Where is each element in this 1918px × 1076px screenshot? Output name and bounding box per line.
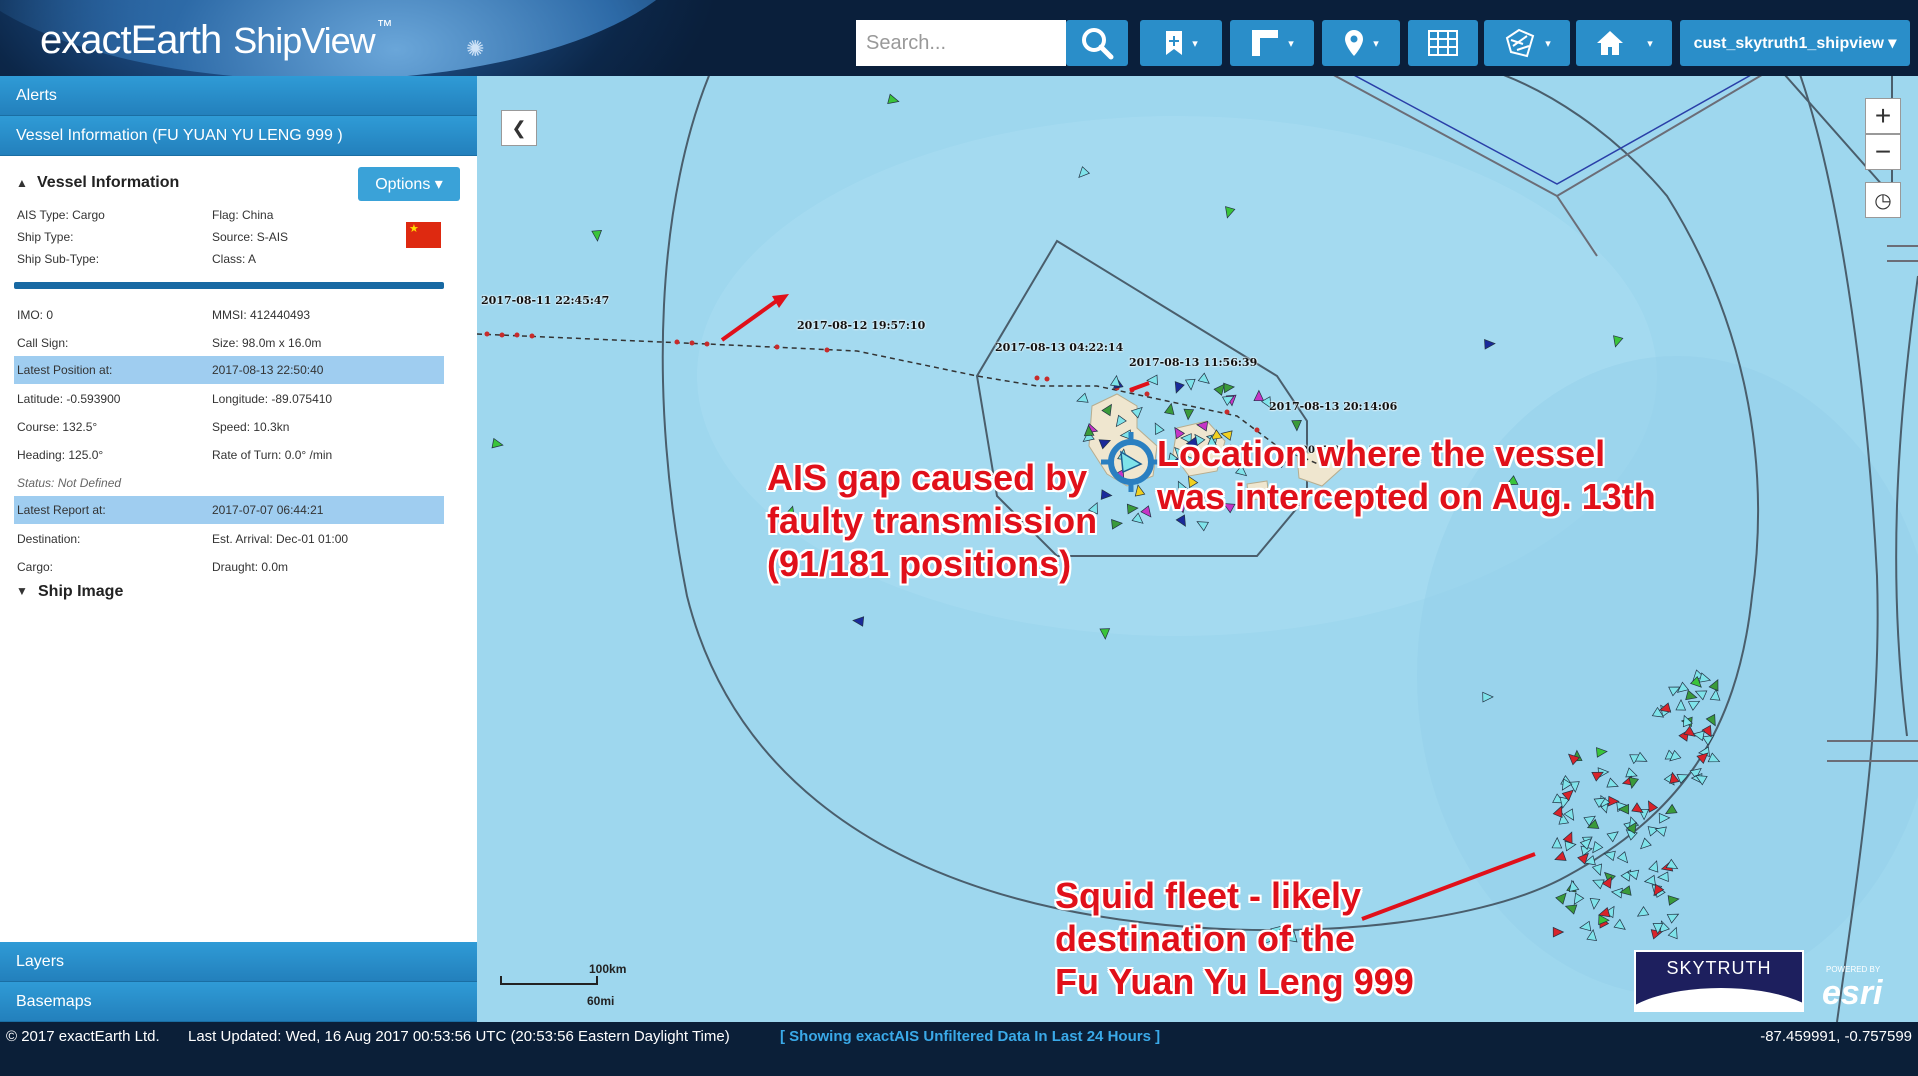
powered-by-text: POWERED BY	[1826, 965, 1881, 974]
annotation-line: (91/181 positions)	[767, 543, 1072, 584]
reticle-icon	[1101, 432, 1161, 492]
size: Size: 98.0m x 16.0m	[212, 336, 322, 350]
layers-panel-header[interactable]: Layers	[0, 942, 477, 982]
mmsi: MMSI: 412440493	[212, 308, 311, 322]
timestamp-label: 2017-08-13 20:14:06	[1269, 400, 1398, 413]
timestamp-label: 2017-08-12 19:57:10	[797, 319, 926, 332]
latitude: Latitude: -0.593900	[17, 392, 121, 406]
ship-type: Ship Type:	[17, 230, 74, 244]
scale-km: 100km	[589, 962, 627, 976]
timestamp-label: 2017-08-11 22:45:47	[481, 294, 610, 307]
class: Class: A	[212, 252, 257, 266]
annotation-line: Fu Yuan Yu Leng 999	[1055, 961, 1414, 1002]
chevron-up-icon[interactable]: ▲	[16, 176, 28, 190]
chevron-left-icon: ❮	[511, 117, 527, 138]
flag-star-icon: ★	[409, 223, 419, 235]
section-title[interactable]: Vessel Information	[37, 174, 179, 192]
vessel-marker-icon[interactable]	[1099, 628, 1111, 640]
measure-button[interactable]: ▾	[1230, 20, 1314, 66]
user-menu[interactable]: cust_skytruth1_shipview ▾	[1680, 20, 1910, 66]
history-button[interactable]: ◷	[1865, 182, 1901, 218]
course: Course: 132.5°	[17, 420, 98, 434]
annotation-line: AIS gap caused by	[767, 457, 1088, 498]
speed: Speed: 10.3kn	[212, 420, 290, 434]
basemaps-panel-header[interactable]: Basemaps	[0, 982, 477, 1022]
latest-report-value: 2017-07-07 06:44:21	[212, 503, 324, 517]
options-button[interactable]: Options ▾	[358, 167, 460, 201]
chevron-down-icon[interactable]: ▼	[16, 584, 28, 598]
status: Status: Not Defined	[17, 476, 122, 490]
latest-position-label: Latest Position at:	[17, 363, 113, 377]
map-view[interactable]: 2017-08-11 22:45:47 2017-08-12 19:57:10 …	[477, 76, 1918, 1022]
home-button[interactable]: ▾	[1576, 20, 1672, 66]
logo-text: exactEarth	[40, 18, 222, 62]
shapes-icon	[1506, 28, 1535, 58]
status-bar: © 2017 exactEarth Ltd. Last Updated: Wed…	[0, 1022, 1918, 1076]
app-logo: exactEarth ShipView ™	[40, 18, 393, 63]
vessel-marker-icon[interactable]	[887, 93, 900, 105]
longitude: Longitude: -89.075410	[212, 392, 333, 406]
annotation-line: faulty transmission	[767, 500, 1098, 541]
bookmark-button[interactable]: ▾	[1140, 20, 1222, 66]
data-filter-status[interactable]: [ Showing exactAIS Unfiltered Data In La…	[780, 1028, 1160, 1045]
source: Source: S-AIS	[212, 230, 289, 244]
destination: Destination:	[17, 532, 81, 546]
home-icon	[1597, 31, 1624, 55]
layers-tool-button[interactable]: ▾	[1484, 20, 1570, 66]
ship-image-toggle[interactable]: Ship Image	[38, 583, 123, 601]
section-divider	[14, 282, 444, 289]
bookmark-icon	[1166, 31, 1183, 55]
est-arrival: Est. Arrival: Dec-01 01:00	[212, 532, 349, 546]
annotation-line: destination of the	[1055, 918, 1355, 959]
timestamp-label: 2017-08-13 04:22:14	[995, 341, 1124, 354]
zoom-in-button[interactable]: +	[1865, 98, 1901, 134]
search-icon	[1082, 28, 1114, 60]
ais-type: AIS Type: Cargo	[17, 208, 105, 222]
ship-sub-type: Ship Sub-Type:	[17, 252, 100, 266]
product-name: ShipView	[233, 20, 375, 61]
esri-logo: esri	[1822, 974, 1883, 1012]
location-button[interactable]: ▾	[1322, 20, 1400, 66]
skytruth-text: SKYTRUTH	[1666, 958, 1772, 978]
latest-position-value: 2017-08-13 22:50:40	[212, 363, 324, 377]
flag: Flag: China	[212, 208, 274, 222]
last-updated: Last Updated: Wed, 16 Aug 2017 00:53:56 …	[188, 1028, 730, 1045]
annotation-line: was intercepted on Aug. 13th	[1157, 476, 1656, 517]
vessel-marker-icon[interactable]	[591, 230, 603, 242]
annotation-line: Location where the vessel	[1157, 433, 1606, 474]
heading: Heading: 125.0°	[17, 448, 104, 462]
imo: IMO: 0	[17, 308, 54, 322]
search-input[interactable]	[856, 20, 1066, 66]
map-pin-icon	[1345, 30, 1364, 56]
vessel-marker-icon[interactable]	[491, 437, 504, 449]
copyright: © 2017 exactEarth Ltd.	[6, 1028, 160, 1045]
gap-annotation: AIS gap caused by faulty transmission (9…	[767, 456, 1097, 585]
call-sign: Call Sign:	[17, 336, 69, 350]
draught: Draught: 0.0m	[212, 560, 289, 574]
clock-icon: ◷	[1874, 189, 1892, 212]
cargo: Cargo:	[17, 560, 54, 574]
trademark: ™	[376, 18, 393, 35]
rate-of-turn: Rate of Turn: 0.0° /min	[212, 448, 333, 462]
grid-button[interactable]	[1408, 20, 1478, 66]
squid-annotation: Squid fleet - likely destination of the …	[1055, 874, 1414, 1003]
annotation-line: Squid fleet - likely	[1055, 875, 1362, 916]
search-button[interactable]	[1066, 20, 1128, 66]
loading-spinner-icon: ✺	[466, 36, 485, 61]
vessel-marker-icon[interactable]	[852, 616, 865, 627]
collapse-sidebar-button[interactable]: ❮	[501, 110, 537, 146]
cursor-coordinates: -87.459991, -0.757599	[1760, 1028, 1912, 1045]
sidebar: Alerts Vessel Information (FU YUAN YU LE…	[0, 76, 477, 1022]
ruler-icon	[1252, 30, 1279, 56]
skytruth-logo: SKYTRUTH	[1634, 950, 1804, 1012]
grid-icon	[1428, 30, 1458, 56]
zoom-out-button[interactable]: −	[1865, 134, 1901, 170]
vessel-info-panel-header[interactable]: Vessel Information (FU YUAN YU LENG 999 …	[0, 116, 477, 156]
app-header: exactEarth ShipView™ ✺ ▾ ▾ ▾ ▾ ▾ cust_sky…	[0, 0, 1918, 76]
intercept-annotation: Location where the vessel was intercepte…	[1157, 432, 1656, 518]
timestamp-label: 2017-08-13 11:56:39	[1129, 356, 1258, 369]
alerts-panel-header[interactable]: Alerts	[0, 76, 477, 116]
scale-mi: 60mi	[587, 994, 615, 1008]
latest-report-label: Latest Report at:	[17, 503, 106, 517]
